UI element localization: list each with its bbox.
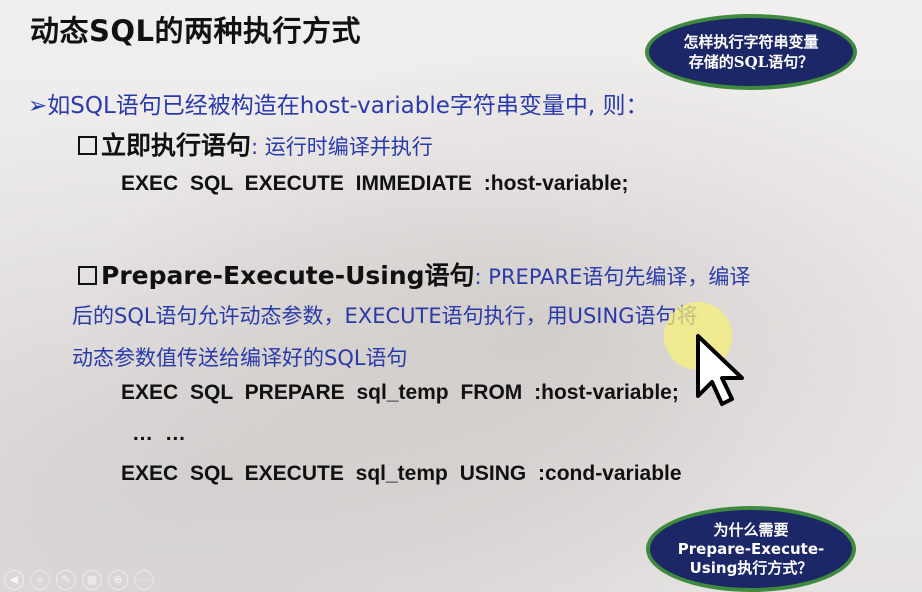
item1-desc: : 运行时编译并执行: [251, 135, 433, 159]
code-execute-immediate: EXEC SQL EXECUTE IMMEDIATE :host-variabl…: [121, 172, 629, 195]
checkbox-bullet-icon: [78, 265, 97, 285]
callout-bottom-line3: Using执行方式？: [689, 558, 813, 577]
code-prepare: EXEC SQL PREPARE sql_temp FROM :host-var…: [121, 381, 679, 404]
slide-canvas: 动态SQL的两种执行方式 怎样执行字符串变量 存储的SQL语句？ ➢如SQL语句…: [0, 0, 922, 592]
item2-desc: : PREPARE语句先编译，编译: [474, 265, 751, 289]
item2-desc-line2: 后的SQL语句允许动态参数，EXECUTE语句执行，用USING语句将: [72, 304, 698, 328]
presentation-controls[interactable]: ◀ ≡ ✎ ▦ ⊕ ⋯: [4, 570, 154, 590]
intro-bullet: ➢如SQL语句已经被构造在host-variable字符串变量中, 则：: [28, 93, 649, 119]
callout-bottom-oval: 为什么需要 Prepare-Execute- Using执行方式？: [646, 506, 856, 592]
zoom-icon[interactable]: ⊕: [108, 570, 128, 590]
callout-top-oval: 怎样执行字符串变量 存储的SQL语句？: [645, 14, 857, 90]
item1-heading-row: 立即执行语句: 运行时编译并执行: [78, 126, 433, 162]
grid-icon[interactable]: ▦: [82, 570, 102, 590]
code-execute-using: EXEC SQL EXECUTE sql_temp USING :cond-va…: [121, 462, 682, 485]
menu-icon[interactable]: ≡: [30, 570, 50, 590]
more-icon[interactable]: ⋯: [134, 570, 154, 590]
mouse-pointer-icon: [664, 302, 744, 406]
callout-top-line1: 怎样执行字符串变量: [683, 33, 819, 51]
prev-slide-icon[interactable]: ◀: [4, 570, 24, 590]
item2-heading-row: Prepare-Execute-Using语句: PREPARE语句先编译，编译: [78, 256, 750, 292]
slide-title: 动态SQL的两种执行方式: [30, 14, 362, 48]
item2-desc-line3: 动态参数值传送给编译好的SQL语句: [72, 346, 408, 370]
code-ellipsis: … …: [132, 422, 186, 445]
item1-heading: 立即执行语句: [101, 131, 252, 160]
item2-heading: Prepare-Execute-Using语句: [101, 261, 475, 290]
checkbox-bullet-icon: [78, 135, 97, 155]
callout-top-line2: 存储的SQL语句？: [688, 53, 814, 71]
callout-bottom-line2: Prepare-Execute-: [677, 539, 825, 558]
callout-bottom-line1: 为什么需要: [713, 520, 789, 539]
pen-icon[interactable]: ✎: [56, 570, 76, 590]
